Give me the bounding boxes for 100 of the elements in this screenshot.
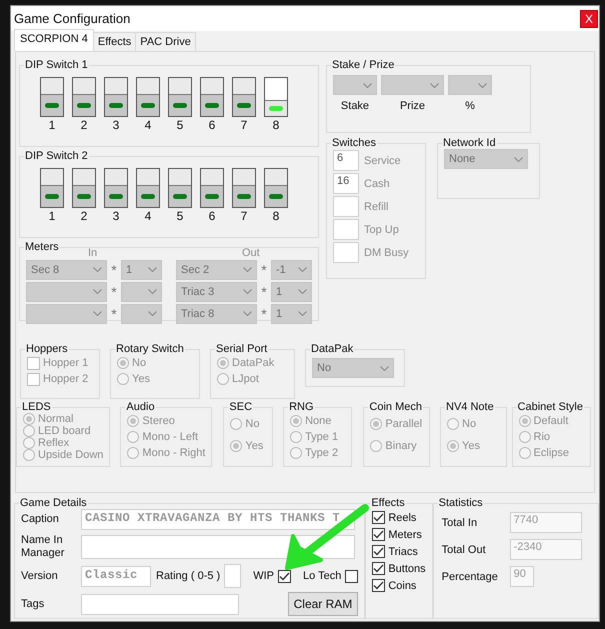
dropdown[interactable]	[26, 304, 107, 324]
caret-icon	[298, 267, 307, 272]
checkbox[interactable]	[372, 562, 386, 575]
input-field[interactable]	[81, 594, 239, 614]
field-label: Total Out	[442, 544, 487, 556]
input-field[interactable]	[81, 535, 355, 559]
checkbox[interactable]	[345, 570, 358, 582]
field-label: Percentage	[442, 570, 499, 582]
field-label: Prize	[400, 100, 426, 112]
caret-icon	[93, 289, 102, 294]
dropdown[interactable]	[333, 75, 377, 95]
input-field[interactable]	[333, 219, 359, 240]
group-title: DataPak	[310, 343, 354, 355]
dip-switch[interactable]	[40, 77, 64, 117]
caret-icon	[243, 289, 252, 294]
dropdown[interactable]: -1	[271, 260, 312, 280]
checkbox[interactable]	[372, 579, 386, 592]
dropdown[interactable]	[381, 75, 444, 95]
group-title: Statistics	[438, 497, 484, 509]
group-title: SEC	[228, 401, 254, 413]
field-label: Cash	[364, 178, 390, 190]
checkbox-label: Hopper 1	[43, 357, 88, 369]
radio-label: Rio	[534, 431, 550, 443]
dip-switch[interactable]	[72, 168, 96, 208]
dip-switch[interactable]	[104, 168, 128, 208]
input-field[interactable]	[333, 196, 359, 217]
group-title: DIP Switch 1	[24, 59, 89, 71]
tab[interactable]: SCORPION 4	[14, 29, 94, 51]
dropdown[interactable]: Sec 8	[26, 260, 107, 280]
dip-switch[interactable]	[168, 168, 192, 208]
group-title: DIP Switch 2	[24, 150, 89, 162]
dropdown[interactable]	[448, 75, 492, 95]
caret-icon	[380, 366, 389, 370]
input-field[interactable]	[224, 564, 242, 588]
caret-icon	[430, 82, 439, 88]
field-label: Rating ( 0-5 )	[156, 570, 220, 582]
radio-label: No	[132, 357, 146, 369]
radio-label: Mono - Right	[142, 447, 206, 459]
checkbox-label: Reels	[388, 512, 416, 524]
switch-number: 5	[176, 209, 184, 223]
dip-switch[interactable]	[40, 168, 64, 208]
clear-ram-button[interactable]: Clear RAM	[288, 592, 358, 616]
dropdown[interactable]	[26, 282, 107, 302]
tab[interactable]: PAC Drive	[135, 32, 196, 51]
input-field[interactable]	[333, 242, 359, 263]
input-field[interactable]: 7740	[510, 512, 582, 533]
group-title: RNG	[288, 401, 315, 413]
field-label: Version	[21, 570, 59, 582]
dropdown[interactable]: None	[444, 149, 528, 169]
caret-icon	[514, 156, 523, 162]
radio-label: Binary	[385, 440, 417, 452]
radio-label: Upside Down	[38, 449, 104, 461]
input-field[interactable]: CASINO XTRAVAGANZA BY HTS THANKS T	[81, 509, 355, 530]
group-title: LEDS	[21, 401, 52, 413]
dip-switch[interactable]	[232, 168, 256, 208]
dropdown[interactable]	[121, 304, 162, 324]
dip-switch[interactable]	[264, 168, 288, 208]
radio-label: No	[462, 418, 476, 430]
multiply-sign: *	[110, 284, 118, 300]
dip-switch[interactable]	[136, 77, 160, 117]
checkbox-label: Buttons	[388, 562, 426, 574]
checkbox[interactable]	[372, 545, 386, 558]
dropdown[interactable]: Sec 2	[176, 260, 257, 280]
dropdown[interactable]	[121, 282, 162, 302]
dropdown[interactable]: Triac 8	[176, 304, 257, 324]
dropdown[interactable]: 1	[121, 260, 162, 280]
checkbox[interactable]	[278, 570, 291, 582]
input-field[interactable]: 16	[333, 173, 359, 194]
field-label: Service	[364, 154, 401, 166]
radio-label: No	[245, 418, 260, 430]
close-button[interactable]: X	[580, 10, 598, 28]
dropdown[interactable]: 1	[271, 282, 312, 302]
checkbox-label: Triacs	[388, 546, 418, 558]
dropdown[interactable]: Triac 3	[176, 282, 257, 302]
group-title: Stake / Prize	[331, 59, 396, 71]
dropdown[interactable]: 1	[271, 304, 312, 324]
checkbox[interactable]	[372, 511, 386, 524]
dip-switch[interactable]	[72, 77, 96, 117]
checkbox-label: Coins	[388, 580, 416, 592]
caret-icon	[93, 267, 102, 272]
input-field[interactable]: -2340	[510, 539, 582, 560]
group-title: Serial Port	[215, 343, 268, 355]
dip-switch[interactable]	[168, 77, 192, 117]
input-field[interactable]: Classic	[81, 566, 151, 586]
dip-switch[interactable]	[232, 77, 256, 117]
switch-number: 7	[240, 118, 248, 132]
checkbox[interactable]	[372, 528, 386, 541]
dip-switch[interactable]	[200, 168, 224, 208]
multiply-sign: *	[260, 262, 268, 278]
radio-label: Yes	[462, 440, 480, 452]
dip-switch[interactable]	[136, 168, 160, 208]
dip-switch[interactable]	[104, 77, 128, 117]
dip-switch[interactable]	[200, 77, 224, 117]
input-field[interactable]: 6	[333, 150, 359, 171]
dip-switch[interactable]	[264, 77, 288, 117]
switch-number: 8	[272, 209, 280, 223]
group-title: Effects	[370, 497, 406, 509]
input-field[interactable]: 90	[510, 566, 534, 587]
group-title: Network Id	[442, 137, 497, 149]
caret-icon	[93, 311, 102, 316]
